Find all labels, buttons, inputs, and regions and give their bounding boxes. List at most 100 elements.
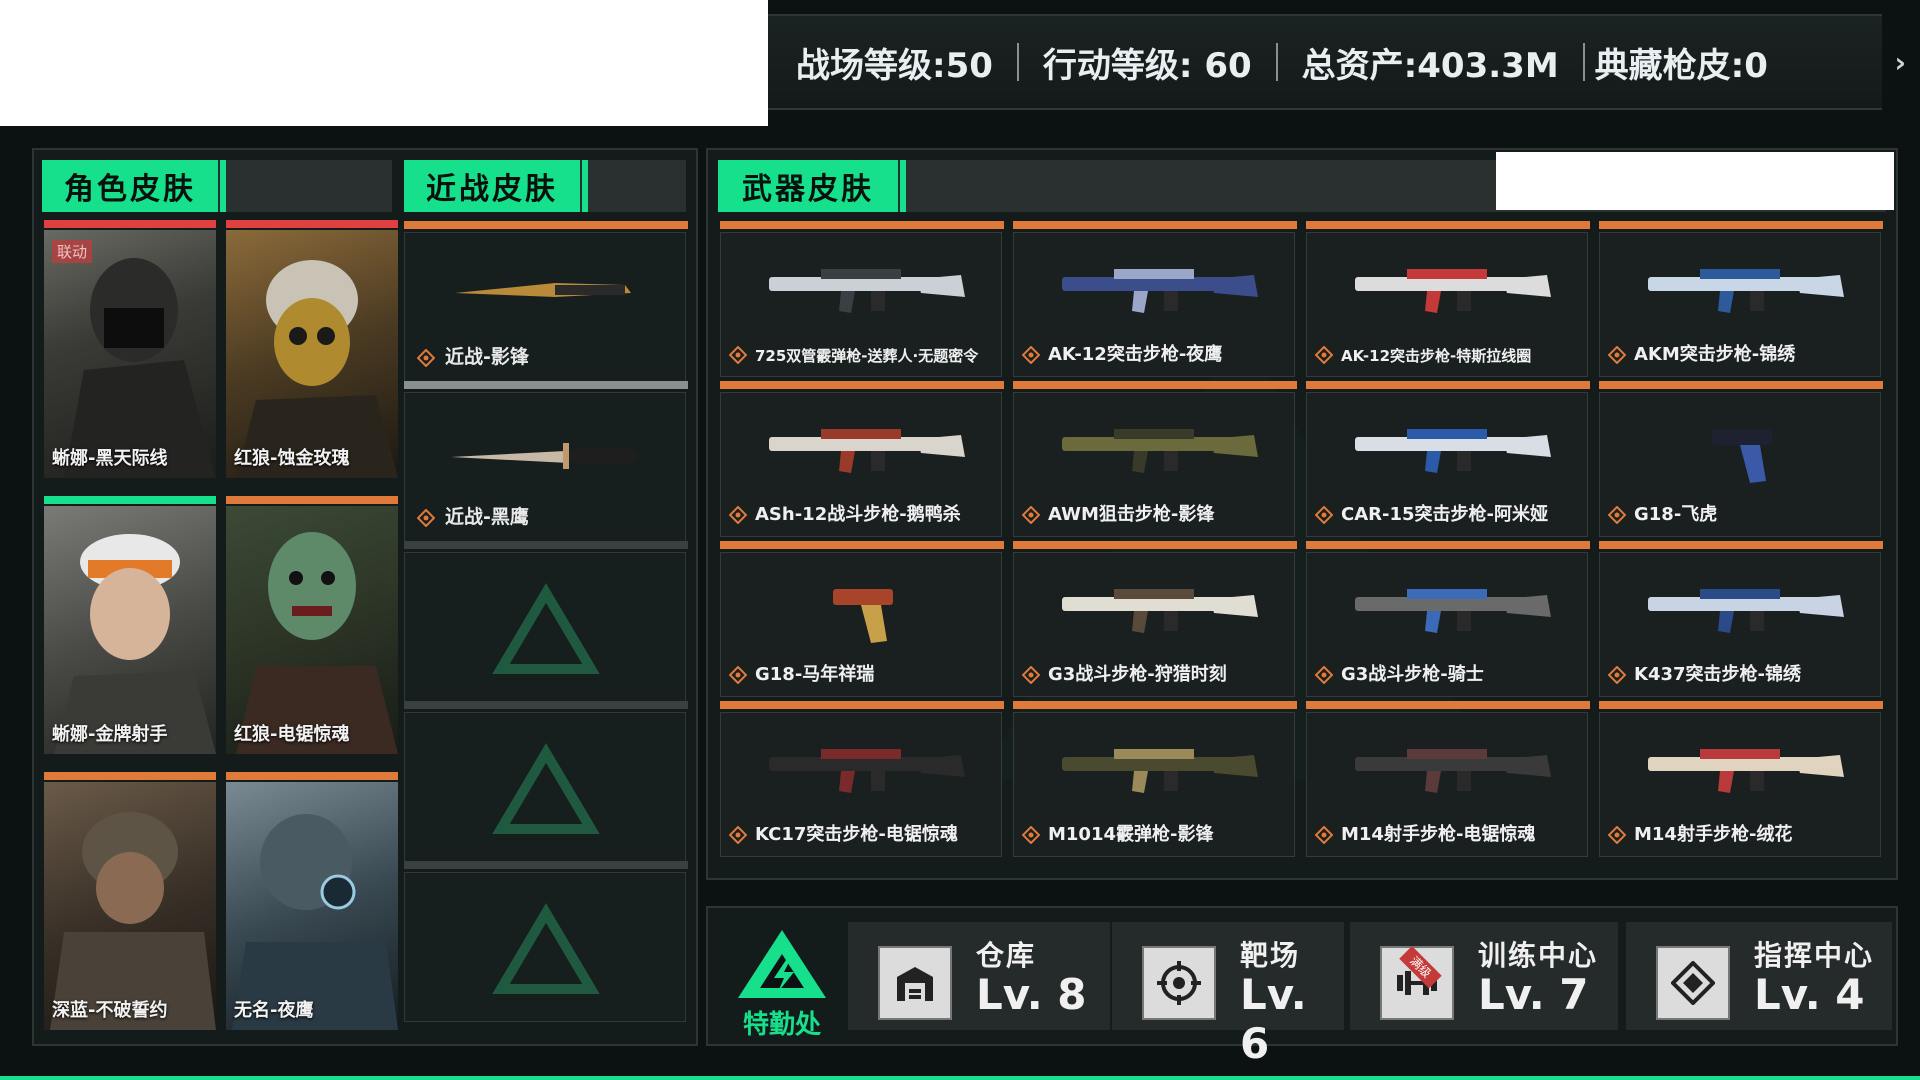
character-card[interactable]: 红狼-电锯惊魂 <box>226 496 398 754</box>
weapon-card[interactable]: AWM狙击步枪-影锋 <box>1013 381 1297 537</box>
weapon-name: K437突击步枪-锦绣 <box>1634 664 1801 685</box>
weapon-name: CAR-15突击步枪-阿米娅 <box>1341 504 1548 525</box>
character-name: 无名-夜鹰 <box>234 1000 314 1021</box>
weapon-name: AKM突击步枪-锦绣 <box>1634 344 1796 365</box>
character-name: 红狼-电锯惊魂 <box>234 724 350 745</box>
character-name: 蜥娜-金牌射手 <box>52 724 168 745</box>
divider <box>1275 43 1278 81</box>
character-card[interactable]: 深蓝-不破誓约 <box>44 772 216 1030</box>
placeholder-triangle-icon <box>492 743 600 834</box>
facility-title: 指挥中心 <box>1754 939 1875 972</box>
weapon-card[interactable]: M1014霰弹枪-影锋 <box>1013 701 1297 857</box>
diamond-icon <box>1608 506 1626 524</box>
divider <box>1582 43 1585 81</box>
bottom-accent-line <box>0 1076 1920 1080</box>
weapon-icon <box>1712 429 1772 483</box>
diamond-icon <box>417 509 435 527</box>
weapon-card[interactable]: G3战斗步枪-骑士 <box>1306 541 1590 697</box>
melee-card[interactable]: 近战-黑鹰 <box>404 381 688 542</box>
rarity-stripe <box>1306 701 1590 709</box>
melee-card[interactable]: 近战-影锋 <box>404 221 688 382</box>
facility-command[interactable]: 指挥中心 Lv. 4 <box>1626 922 1892 1030</box>
command-icon <box>1656 946 1730 1020</box>
weapon-icon <box>1648 749 1844 793</box>
melee-name: 近战-黑鹰 <box>445 506 529 528</box>
knife-icon <box>451 443 637 469</box>
weapon-card[interactable]: 725双管霰弹枪-送葬人·无题密令 <box>720 221 1004 377</box>
weapon-icon <box>769 749 965 793</box>
battlefield-level: 战场等级:50 <box>796 45 993 86</box>
weapon-icon <box>1062 269 1258 313</box>
diamond-icon <box>1608 666 1626 684</box>
weapon-card[interactable]: G18-飞虎 <box>1599 381 1883 537</box>
diamond-icon <box>1022 666 1040 684</box>
character-card[interactable]: 联动 蜥娜-黑天际线 <box>44 220 216 478</box>
diamond-icon <box>1315 826 1333 844</box>
tab-weapon-skins[interactable]: 武器皮肤 <box>718 160 906 212</box>
tab-melee-skins[interactable]: 近战皮肤 <box>404 160 588 212</box>
empty-melee-slot[interactable] <box>404 861 688 1022</box>
weapon-icon <box>769 269 965 313</box>
weapon-name: AK-12突击步枪-夜鹰 <box>1048 344 1223 365</box>
empty-melee-slot[interactable] <box>404 541 688 702</box>
facility-level: Lv. 6 <box>1240 970 1307 1068</box>
weapon-icon <box>1648 589 1844 633</box>
weapon-card[interactable]: G18-马年祥瑞 <box>720 541 1004 697</box>
target-icon <box>1142 946 1216 1020</box>
character-card[interactable]: 蜥娜-金牌射手 <box>44 496 216 754</box>
weapon-card[interactable]: K437突击步枪-锦绣 <box>1599 541 1883 697</box>
diamond-icon <box>1315 666 1333 684</box>
facility-warehouse[interactable]: 仓库 Lv. 8 <box>848 922 1110 1030</box>
weapon-card[interactable]: AK-12突击步枪-夜鹰 <box>1013 221 1297 377</box>
weapon-icon <box>1062 429 1258 473</box>
weapon-card[interactable]: AK-12突击步枪-特斯拉线圈 <box>1306 221 1590 377</box>
diamond-icon <box>729 506 747 524</box>
weapon-card[interactable]: KC17突击步枪-电锯惊魂 <box>720 701 1004 857</box>
weapon-card[interactable]: M14射手步枪-绒花 <box>1599 701 1883 857</box>
placeholder-triangle-icon <box>492 583 600 674</box>
logistics-logo[interactable]: 特勤处 <box>732 926 832 1040</box>
rarity-stripe <box>1599 541 1883 549</box>
empty-melee-slot[interactable] <box>404 701 688 862</box>
weapon-card[interactable]: CAR-15突击步枪-阿米娅 <box>1306 381 1590 537</box>
diamond-icon <box>1022 506 1040 524</box>
melee-skin-header: 近战皮肤 <box>404 160 686 212</box>
rarity-stripe <box>720 381 1004 389</box>
facility-training[interactable]: 满级 训练中心 Lv. 7 <box>1350 922 1618 1030</box>
rarity-stripe <box>1013 541 1297 549</box>
character-name: 蜥娜-黑天际线 <box>52 448 168 469</box>
blank-region <box>1496 152 1894 210</box>
weapon-name: KC17突击步枪-电锯惊魂 <box>755 824 958 845</box>
placeholder-triangle-icon <box>492 903 600 994</box>
weapon-name: 725双管霰弹枪-送葬人·无题密令 <box>755 347 979 365</box>
character-card[interactable]: 无名-夜鹰 <box>226 772 398 1030</box>
facility-level: Lv. 7 <box>1478 970 1589 1019</box>
collab-badge: 联动 <box>52 240 93 263</box>
weapon-card[interactable]: ASh-12战斗步枪-鹅鸭杀 <box>720 381 1004 537</box>
facility-range[interactable]: 靶场 Lv. 6 <box>1112 922 1344 1068</box>
chevron-right-icon[interactable]: › <box>1894 46 1906 79</box>
knife-icon <box>455 283 631 297</box>
rarity-stripe <box>1306 541 1590 549</box>
rarity-stripe <box>1013 381 1297 389</box>
weapon-icon <box>1355 749 1551 793</box>
weapon-card[interactable]: M14射手步枪-电锯惊魂 <box>1306 701 1590 857</box>
rarity-stripe <box>1013 701 1297 709</box>
facility-level: Lv. 8 <box>976 970 1087 1019</box>
melee-name: 近战-影锋 <box>445 346 529 368</box>
weapon-icon <box>1355 269 1551 313</box>
character-skin-header: 角色皮肤 <box>42 160 392 212</box>
total-assets: 总资产:403.3M <box>1301 45 1559 86</box>
weapon-icon <box>1648 269 1844 313</box>
logistics-label: 特勤处 <box>742 1010 821 1040</box>
weapon-card[interactable]: AKM突击步枪-锦绣 <box>1599 221 1883 377</box>
facility-level: Lv. 4 <box>1754 970 1865 1019</box>
weapon-name: ASh-12战斗步枪-鹅鸭杀 <box>755 504 961 525</box>
character-card[interactable]: 红狼-蚀金玫瑰 <box>226 220 398 478</box>
weapon-card[interactable]: G3战斗步枪-狩猎时刻 <box>1013 541 1297 697</box>
diamond-icon <box>729 666 747 684</box>
rarity-stripe <box>720 701 1004 709</box>
tab-character-skins[interactable]: 角色皮肤 <box>42 160 226 212</box>
diamond-icon <box>417 349 435 367</box>
rarity-stripe <box>1599 381 1883 389</box>
